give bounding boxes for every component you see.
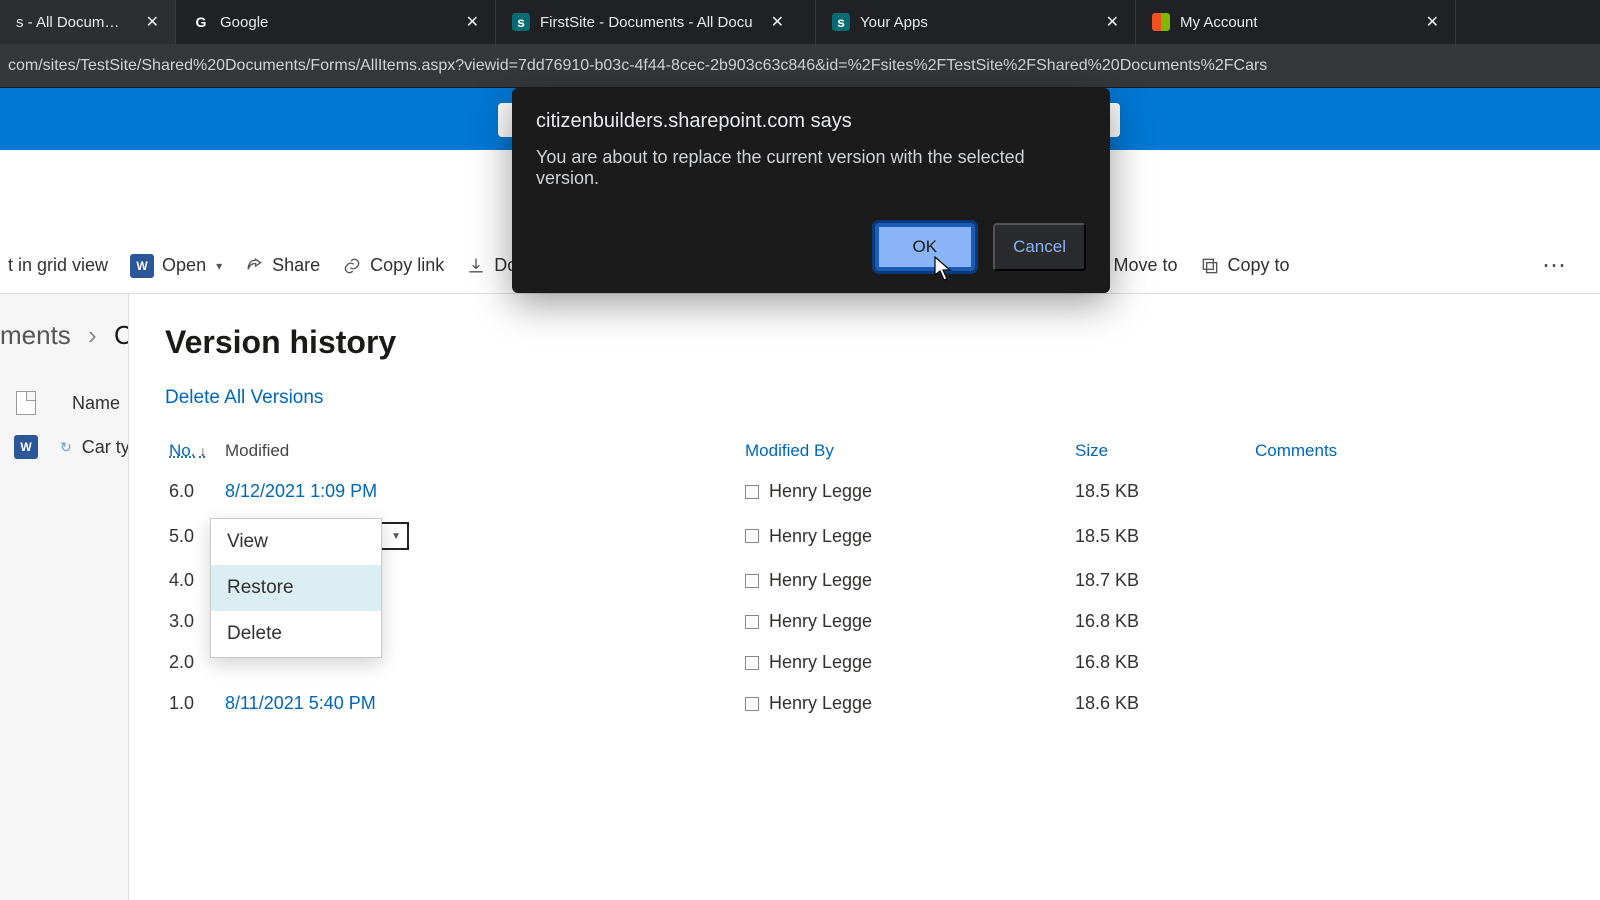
sharepoint-icon: s xyxy=(512,13,530,31)
download-icon xyxy=(466,256,486,276)
close-icon[interactable]: ✕ xyxy=(771,12,784,32)
tab-label: Your Apps xyxy=(860,14,928,31)
version-user[interactable]: Henry Legge xyxy=(769,652,872,673)
url-text: com/sites/TestSite/Shared%20Documents/Fo… xyxy=(8,57,1267,75)
user-presence-icon xyxy=(745,615,759,629)
share-icon xyxy=(244,256,264,276)
col-no[interactable]: No.↓ xyxy=(165,433,221,471)
version-row[interactable]: 1.08/11/2021 5:40 PM Henry Legge 18.6 KB xyxy=(165,683,1564,724)
browser-tab[interactable]: G Google ✕ xyxy=(176,0,496,44)
version-no: 1.0 xyxy=(165,683,221,724)
close-icon[interactable]: ✕ xyxy=(466,12,479,32)
version-user[interactable]: Henry Legge xyxy=(769,481,872,502)
page-body: ments › Ca Name W ↻ Car typ Version hist… xyxy=(0,294,1600,900)
dialog-origin: citizenbuilders.sharepoint.com says xyxy=(536,110,1086,133)
version-context-menu: View Restore Delete xyxy=(210,518,382,658)
google-icon: G xyxy=(192,13,210,31)
edit-grid-view-button[interactable]: t in grid view xyxy=(8,255,108,276)
user-presence-icon xyxy=(745,529,759,543)
link-icon xyxy=(342,256,362,276)
version-size: 18.6 KB xyxy=(1071,683,1251,724)
refresh-icon: ↻ xyxy=(60,439,72,456)
version-no: 6.0 xyxy=(165,471,221,512)
version-user[interactable]: Henry Legge xyxy=(769,526,872,547)
version-date[interactable]: 8/11/2021 5:40 PM xyxy=(225,693,376,713)
user-presence-icon xyxy=(745,697,759,711)
browser-tab[interactable]: s - All Documents ✕ xyxy=(0,0,176,44)
tab-label: My Account xyxy=(1180,14,1258,31)
col-size[interactable]: Size xyxy=(1071,433,1251,471)
cancel-button[interactable]: Cancel xyxy=(993,223,1086,271)
version-user[interactable]: Henry Legge xyxy=(769,570,872,591)
user-presence-icon xyxy=(745,574,759,588)
ctx-restore[interactable]: Restore xyxy=(211,565,381,611)
breadcrumb-item[interactable]: ments xyxy=(0,320,71,350)
tab-label: s - All Documents xyxy=(16,14,128,31)
version-size: 18.5 KB xyxy=(1071,512,1251,560)
more-actions-button[interactable]: ⋯ xyxy=(1542,251,1568,280)
copy-icon xyxy=(1200,256,1220,276)
user-presence-icon xyxy=(745,656,759,670)
close-icon[interactable]: ✕ xyxy=(1106,12,1119,32)
browser-tab[interactable]: s Your Apps ✕ xyxy=(816,0,1136,44)
chevron-down-icon: ▾ xyxy=(216,259,222,273)
col-comments[interactable]: Comments xyxy=(1251,433,1564,471)
ok-button[interactable]: OK xyxy=(875,223,976,271)
user-presence-icon xyxy=(745,485,759,499)
tab-label: Google xyxy=(220,14,268,31)
col-modified[interactable]: Modified xyxy=(221,433,741,471)
version-size: 16.8 KB xyxy=(1071,601,1251,642)
col-modified-by[interactable]: Modified By xyxy=(741,433,1071,471)
ctx-delete[interactable]: Delete xyxy=(211,611,381,657)
sharepoint-icon: s xyxy=(832,13,850,31)
version-size: 18.7 KB xyxy=(1071,560,1251,601)
copy-to-button[interactable]: Copy to xyxy=(1200,255,1290,276)
version-date[interactable]: 8/12/2021 1:09 PM xyxy=(225,481,377,501)
word-file-icon: W xyxy=(14,435,38,459)
browser-tab-bar: s - All Documents ✕ G Google ✕ s FirstSi… xyxy=(0,0,1600,44)
version-user[interactable]: Henry Legge xyxy=(769,693,872,714)
word-icon: W xyxy=(130,254,154,278)
version-user[interactable]: Henry Legge xyxy=(769,611,872,632)
share-button[interactable]: Share xyxy=(244,255,320,276)
version-row[interactable]: 6.08/12/2021 1:09 PM Henry Legge 18.5 KB xyxy=(165,471,1564,512)
microsoft-icon xyxy=(1152,13,1170,31)
browser-tab[interactable]: My Account ✕ xyxy=(1136,0,1456,44)
version-size: 18.5 KB xyxy=(1071,471,1251,512)
browser-tab[interactable]: s FirstSite - Documents - All Docu ✕ xyxy=(496,0,816,44)
sort-desc-icon: ↓ xyxy=(199,443,206,459)
file-icon xyxy=(16,391,36,415)
dialog-message: You are about to replace the current ver… xyxy=(536,147,1086,189)
copy-link-button[interactable]: Copy link xyxy=(342,255,444,276)
ctx-view[interactable]: View xyxy=(211,519,381,565)
chevron-right-icon: › xyxy=(88,320,97,350)
delete-all-versions-link[interactable]: Delete All Versions xyxy=(165,387,323,409)
tab-label: FirstSite - Documents - All Docu xyxy=(540,14,753,31)
address-bar[interactable]: com/sites/TestSite/Shared%20Documents/Fo… xyxy=(0,44,1600,88)
close-icon[interactable]: ✕ xyxy=(146,12,159,32)
confirm-dialog: citizenbuilders.sharepoint.com says You … xyxy=(512,88,1110,293)
version-size: 16.8 KB xyxy=(1071,642,1251,683)
column-name[interactable]: Name xyxy=(72,393,120,414)
open-button[interactable]: W Open▾ xyxy=(130,254,222,278)
panel-title: Version history xyxy=(165,324,1564,361)
close-icon[interactable]: ✕ xyxy=(1426,12,1439,32)
